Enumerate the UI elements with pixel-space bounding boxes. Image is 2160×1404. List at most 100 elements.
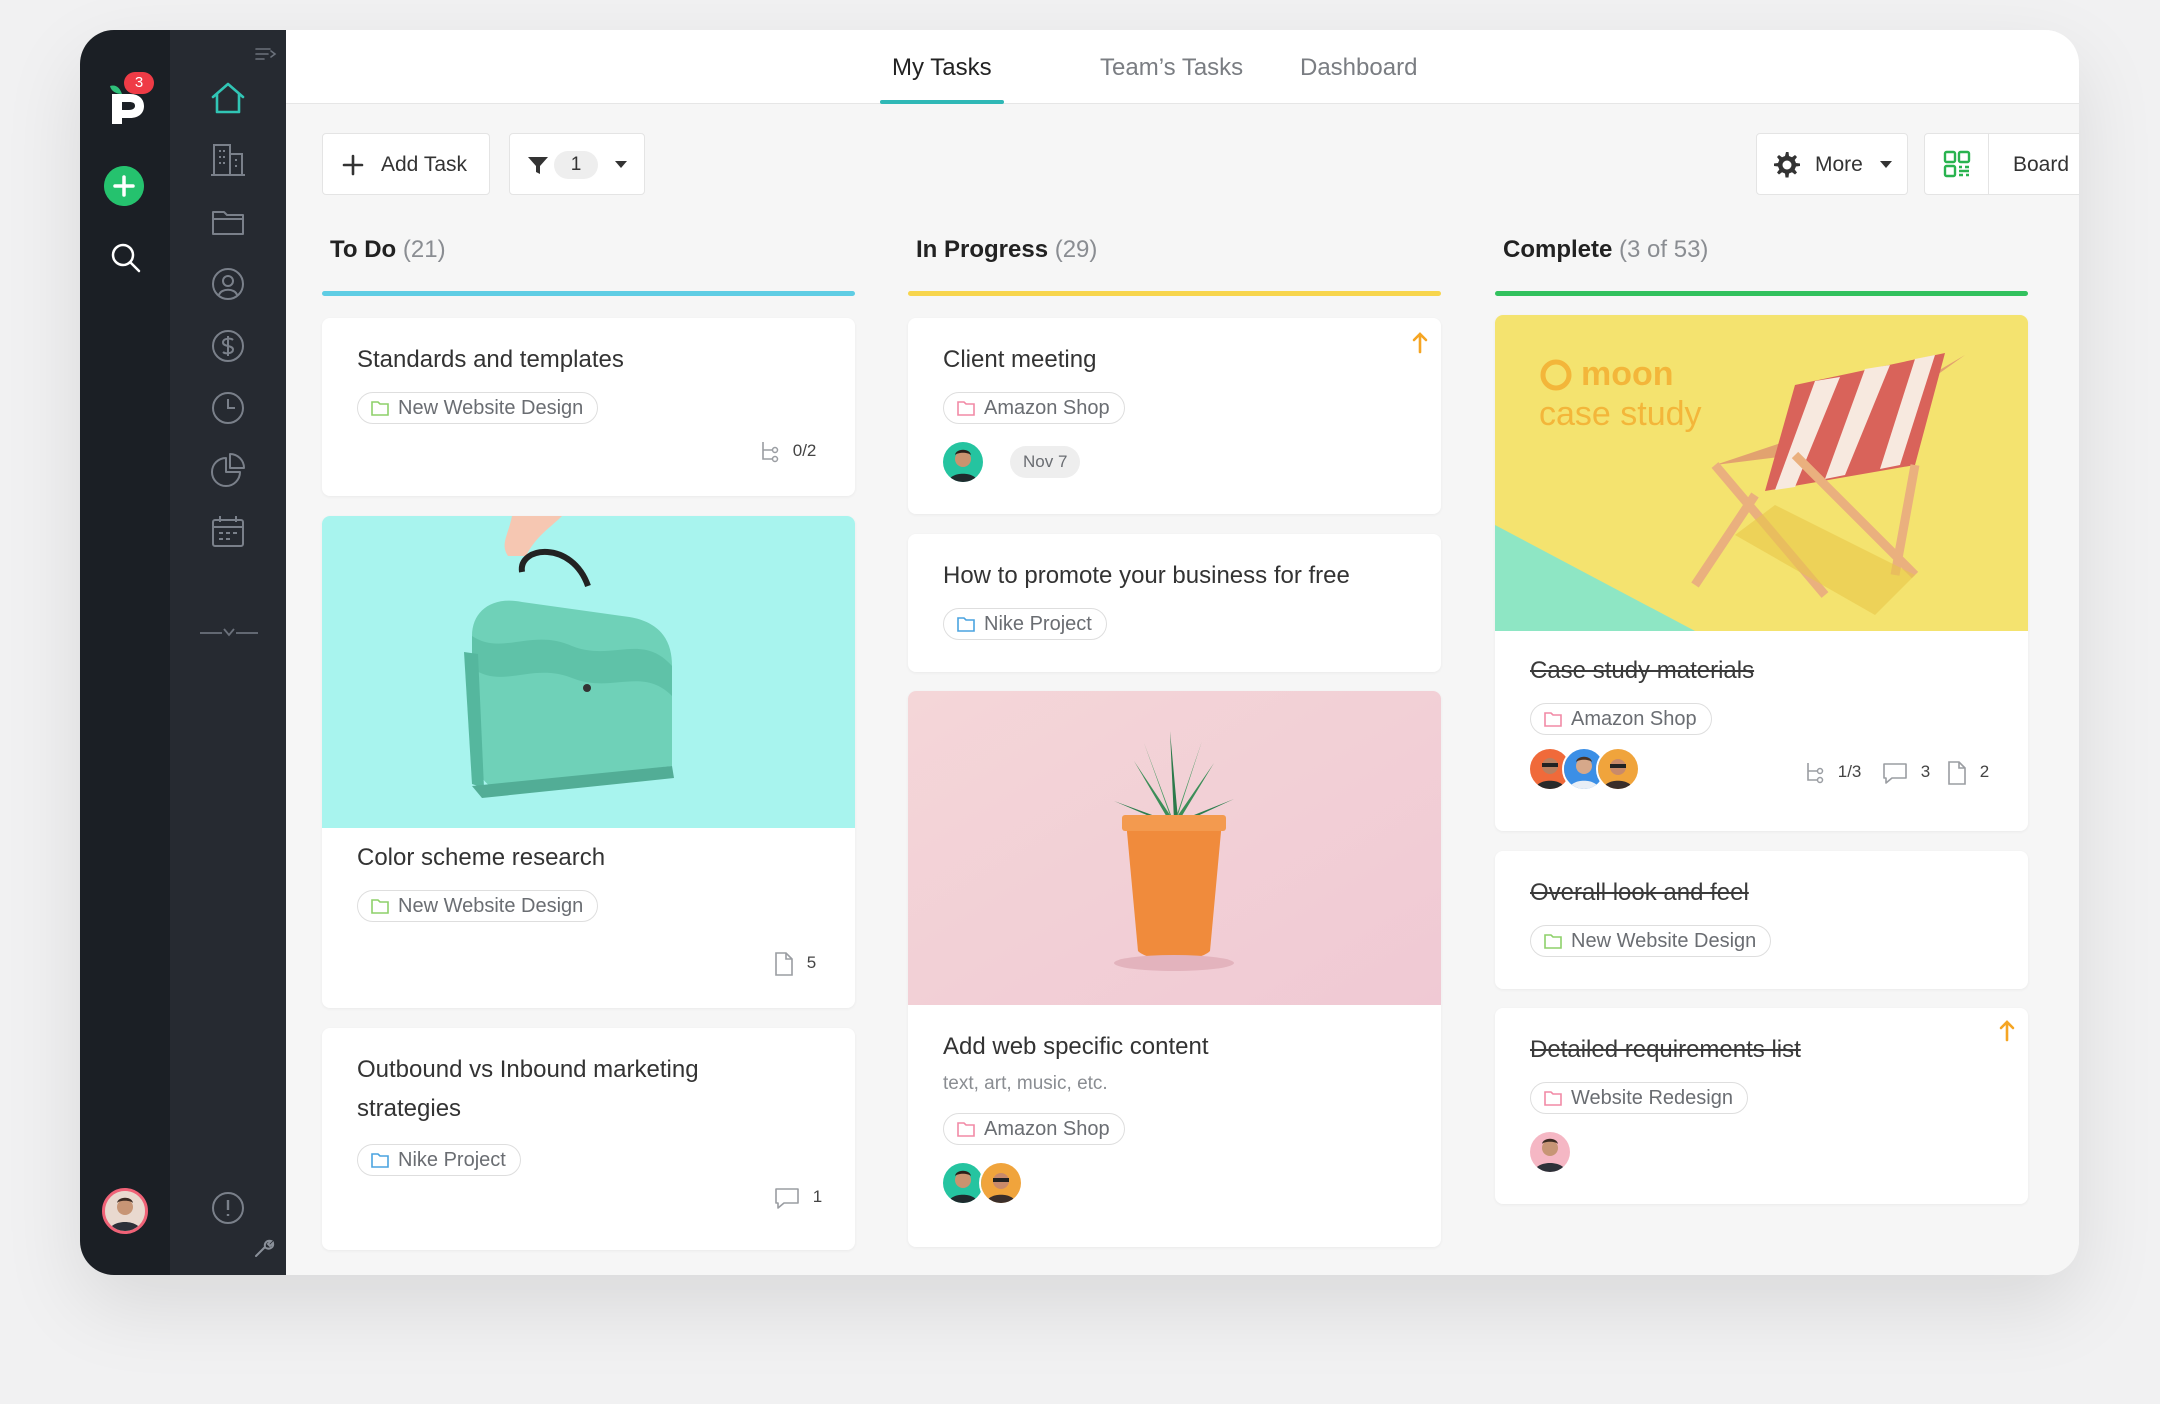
folder-icon-pink	[957, 1122, 975, 1137]
billing-icon[interactable]	[208, 326, 248, 366]
priority-arrow-up-icon	[1999, 1020, 2015, 1042]
task-card-color-scheme[interactable]: Color scheme research New Website Design…	[322, 516, 855, 1008]
more-button[interactable]: More	[1756, 133, 1908, 195]
task-card-outbound[interactable]: Outbound vs Inbound marketing strategies…	[322, 1028, 855, 1250]
task-card-client-meeting[interactable]: Client meeting Amazon Shop Nov 7	[908, 318, 1441, 514]
project-tag-label: Amazon Shop	[984, 1118, 1110, 1140]
search-icon[interactable]	[106, 238, 146, 278]
task-card-overall-look[interactable]: Overall look and feel New Website Design	[1495, 851, 2028, 989]
column-complete-count: (3 of 53)	[1619, 236, 1709, 263]
project-tag[interactable]: Amazon Shop	[943, 1113, 1125, 1145]
column-complete-bar	[1495, 291, 2028, 296]
notification-badge[interactable]: 3	[124, 72, 154, 94]
file-value: 2	[1979, 762, 1990, 781]
folder-icon-pink	[957, 401, 975, 416]
task-title: Outbound vs Inbound marketing strategies	[357, 1056, 699, 1122]
task-title: Client meeting	[943, 346, 1097, 373]
project-tag-label: Amazon Shop	[1571, 708, 1697, 730]
add-new-icon[interactable]	[104, 166, 144, 206]
project-tag[interactable]: Website Redesign	[1530, 1082, 1748, 1114]
project-tag-label: Nike Project	[984, 613, 1092, 635]
view-label: Board	[2013, 153, 2070, 176]
assignee-avatar[interactable]	[979, 1161, 1023, 1205]
file-count: 2	[1947, 757, 1989, 787]
project-tag-label: New Website Design	[1571, 930, 1757, 952]
task-title: Case study materials	[1530, 657, 1755, 684]
app-window: 3 My Tasks Team’s Tasks Dashboard Add Ta…	[80, 30, 2079, 1275]
comment-value: 3	[1920, 762, 1931, 781]
project-tag-label: Website Redesign	[1571, 1087, 1733, 1109]
project-tag-label: New Website Design	[398, 895, 584, 917]
time-tracking-icon[interactable]	[208, 388, 248, 428]
file-value: 5	[806, 953, 817, 972]
task-card-web-content[interactable]: Add web specific content text, art, musi…	[908, 691, 1441, 1247]
chevron-down-icon	[1880, 161, 1892, 168]
column-todo-count: (21)	[402, 236, 446, 263]
assignee-avatar[interactable]	[1596, 747, 1640, 791]
assignee-avatar[interactable]	[941, 440, 985, 484]
info-icon[interactable]	[208, 1188, 248, 1228]
navigation-sidebar	[170, 30, 286, 1275]
calendar-icon[interactable]	[208, 512, 248, 552]
project-tag[interactable]: New Website Design	[1530, 925, 1772, 957]
column-complete-title: Complete	[1503, 236, 1613, 263]
project-tag[interactable]: Nike Project	[943, 608, 1107, 640]
subtask-icon	[762, 441, 779, 462]
folder-icon-green	[1544, 934, 1562, 949]
folder-icon[interactable]	[208, 202, 248, 242]
subtask-value: 1/3	[1837, 762, 1862, 781]
folder-icon-pink	[1544, 1091, 1562, 1106]
project-tag[interactable]: Nike Project	[357, 1144, 521, 1176]
column-inprogress-count: (29)	[1054, 236, 1098, 263]
task-title: Detailed requirements list	[1530, 1036, 1801, 1063]
tab-teams-tasks[interactable]: Team’s Tasks	[1100, 54, 1243, 104]
due-date-badge[interactable]: Nov 7	[1010, 446, 1081, 478]
task-card-detailed-requirements[interactable]: Detailed requirements list Website Redes…	[1495, 1008, 2028, 1204]
filter-count: 1	[554, 151, 598, 179]
reports-pie-icon[interactable]	[208, 450, 248, 490]
task-card-promote[interactable]: How to promote your business for free Ni…	[908, 534, 1441, 672]
board-view-toggle[interactable]	[1925, 134, 1989, 194]
project-tag[interactable]: New Website Design	[357, 392, 599, 424]
settings-wrench-icon[interactable]	[252, 1236, 276, 1260]
cover-image-handbag	[322, 516, 855, 828]
top-tabs: My Tasks Team’s Tasks Dashboard	[286, 30, 2079, 104]
view-switcher-button[interactable]: Board	[1924, 133, 2079, 195]
task-title: How to promote your business for free	[943, 562, 1350, 589]
folder-icon-blue	[371, 1153, 389, 1168]
cover-image-plant	[908, 691, 1441, 1005]
project-tag[interactable]: New Website Design	[357, 890, 599, 922]
more-label: More	[1815, 153, 1863, 176]
folder-icon-blue	[957, 617, 975, 632]
gear-icon	[1774, 152, 1800, 178]
folder-icon-green	[371, 401, 389, 416]
subtask-icon	[1807, 762, 1824, 783]
column-todo-title: To Do	[330, 236, 397, 263]
task-card-case-study[interactable]: moon case study Case study materials Ama…	[1495, 315, 2028, 831]
contacts-icon[interactable]	[208, 264, 248, 304]
task-description: text, art, music, etc.	[943, 1073, 1108, 1094]
column-todo-header: To Do (21)	[330, 236, 446, 264]
tab-dashboard[interactable]: Dashboard	[1300, 54, 1417, 104]
board-view-icon	[1943, 150, 1971, 178]
chevron-down-icon	[615, 161, 627, 168]
task-card-standards[interactable]: Standards and templates New Website Desi…	[322, 318, 855, 496]
folder-icon-green	[371, 899, 389, 914]
collapse-sidebar-icon[interactable]	[254, 44, 278, 64]
project-tag[interactable]: Amazon Shop	[1530, 703, 1712, 735]
user-avatar[interactable]	[102, 1188, 148, 1234]
comment-value: 1	[812, 1187, 823, 1206]
more-nav-chevron-icon[interactable]	[198, 618, 260, 648]
file-icon	[775, 951, 793, 976]
project-tag-label: New Website Design	[398, 397, 584, 419]
assignee-avatar[interactable]	[1528, 1130, 1572, 1174]
task-title: Add web specific content	[943, 1033, 1209, 1060]
tab-my-tasks[interactable]: My Tasks	[880, 54, 1004, 104]
home-icon[interactable]	[208, 78, 248, 118]
building-icon[interactable]	[208, 140, 248, 180]
project-tag[interactable]: Amazon Shop	[943, 392, 1125, 424]
project-tag-label: Amazon Shop	[984, 397, 1110, 419]
comment-icon	[775, 1187, 799, 1209]
add-task-button[interactable]: Add Task	[322, 133, 490, 195]
filter-button[interactable]: 1	[509, 133, 645, 195]
